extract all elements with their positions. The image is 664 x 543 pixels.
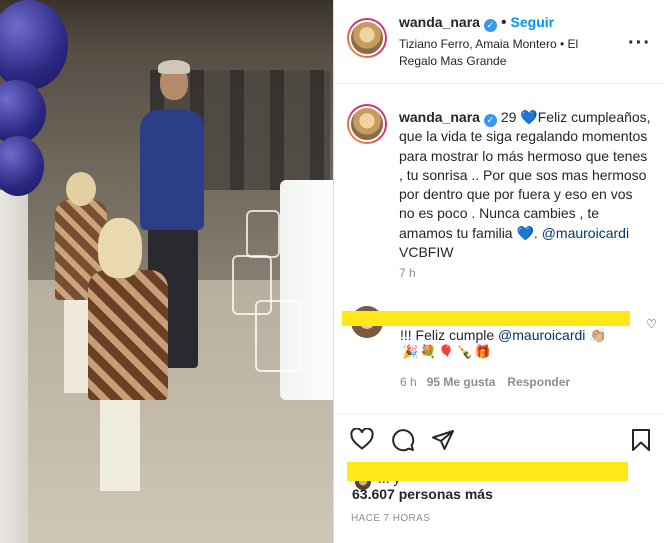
post-actions-bar [334, 413, 664, 467]
bookmark-save-icon[interactable] [631, 428, 651, 458]
follow-button[interactable]: Seguir [511, 14, 555, 30]
photo-cabinet [0, 190, 28, 543]
photo-girl1-legs [64, 298, 90, 393]
author-username[interactable]: wanda_nara [399, 14, 480, 30]
more-options-icon[interactable]: ··· [628, 32, 651, 55]
likes-count[interactable]: 63.607 personas más [352, 486, 493, 502]
photo-girl2-poncho [88, 270, 168, 400]
caption-text-part: Feliz cumpleaños, que la vida te siga re… [399, 109, 651, 241]
share-send-icon[interactable] [431, 428, 455, 458]
comment-text-part: !!! Feliz cumple [400, 327, 499, 343]
comment-meta: 6 h 95 Me gusta Responder [400, 375, 570, 389]
verified-badge-icon: ✓ [483, 114, 497, 127]
reply-button[interactable]: Responder [507, 375, 570, 389]
likes-highlight-redaction [347, 462, 628, 481]
comment-text-part: 👏🏼 [585, 327, 607, 343]
caption-avatar[interactable] [347, 104, 387, 144]
photo-balloon [0, 80, 46, 144]
blue-heart-icon: 💙 [516, 224, 534, 241]
comment-time[interactable]: 6 h [400, 375, 417, 389]
author-avatar[interactable] [347, 18, 387, 58]
blue-heart-icon: 💙 [520, 109, 538, 125]
post-timestamp[interactable]: HACE 7 HORAS [351, 513, 430, 524]
photo-man-body [140, 110, 204, 230]
comment-mention-link[interactable]: @mauroicardi [498, 327, 585, 343]
username-highlight-redaction [342, 311, 630, 326]
like-heart-icon[interactable] [350, 427, 374, 456]
audio-track-link[interactable]: Tiziano Ferro, Amaia Montero • El Regalo… [399, 36, 609, 70]
comment-text: !!! Feliz cumple @mauroicardi 👏🏼 [400, 326, 640, 345]
post-side-panel: wanda_nara ✓ • Seguir Tiziano Ferro, Amaia … [333, 0, 664, 543]
comment-likes[interactable]: 95 Me gusta [427, 375, 496, 389]
caption-text-part: . [533, 224, 542, 241]
photo-man-hair [158, 60, 190, 74]
comment-bubble-icon[interactable] [391, 428, 415, 458]
photo-girl1-head [66, 172, 96, 206]
photo-chair [246, 210, 280, 258]
caption-text: wanda_nara ✓ 29 💙Feliz cumpleaños, que la… [399, 108, 651, 262]
caption-text-part: VCBFIW [399, 244, 454, 261]
verified-badge-icon: ✓ [483, 19, 497, 32]
comment-like-heart-icon[interactable]: ♡ [646, 317, 657, 331]
caption-time[interactable]: 7 h [399, 266, 416, 280]
separator-dot: • [500, 14, 507, 31]
caption-username[interactable]: wanda_nara [399, 109, 480, 125]
caption-text-part: 29 [500, 109, 521, 125]
caption-mention-link[interactable]: @mauroicardi [542, 225, 629, 241]
post-header: wanda_nara ✓ • Seguir Tiziano Ferro, Amaia … [334, 0, 664, 84]
photo-girl2-head [98, 218, 142, 278]
post-photo[interactable] [0, 0, 333, 543]
author-line: wanda_nara ✓ • Seguir [399, 14, 554, 32]
comment-emojis: 🎉💐🎈🍾🎁 [402, 344, 493, 359]
photo-chair [255, 300, 301, 372]
photo-girl2-legs [100, 396, 140, 491]
photo-balloon [0, 136, 44, 196]
